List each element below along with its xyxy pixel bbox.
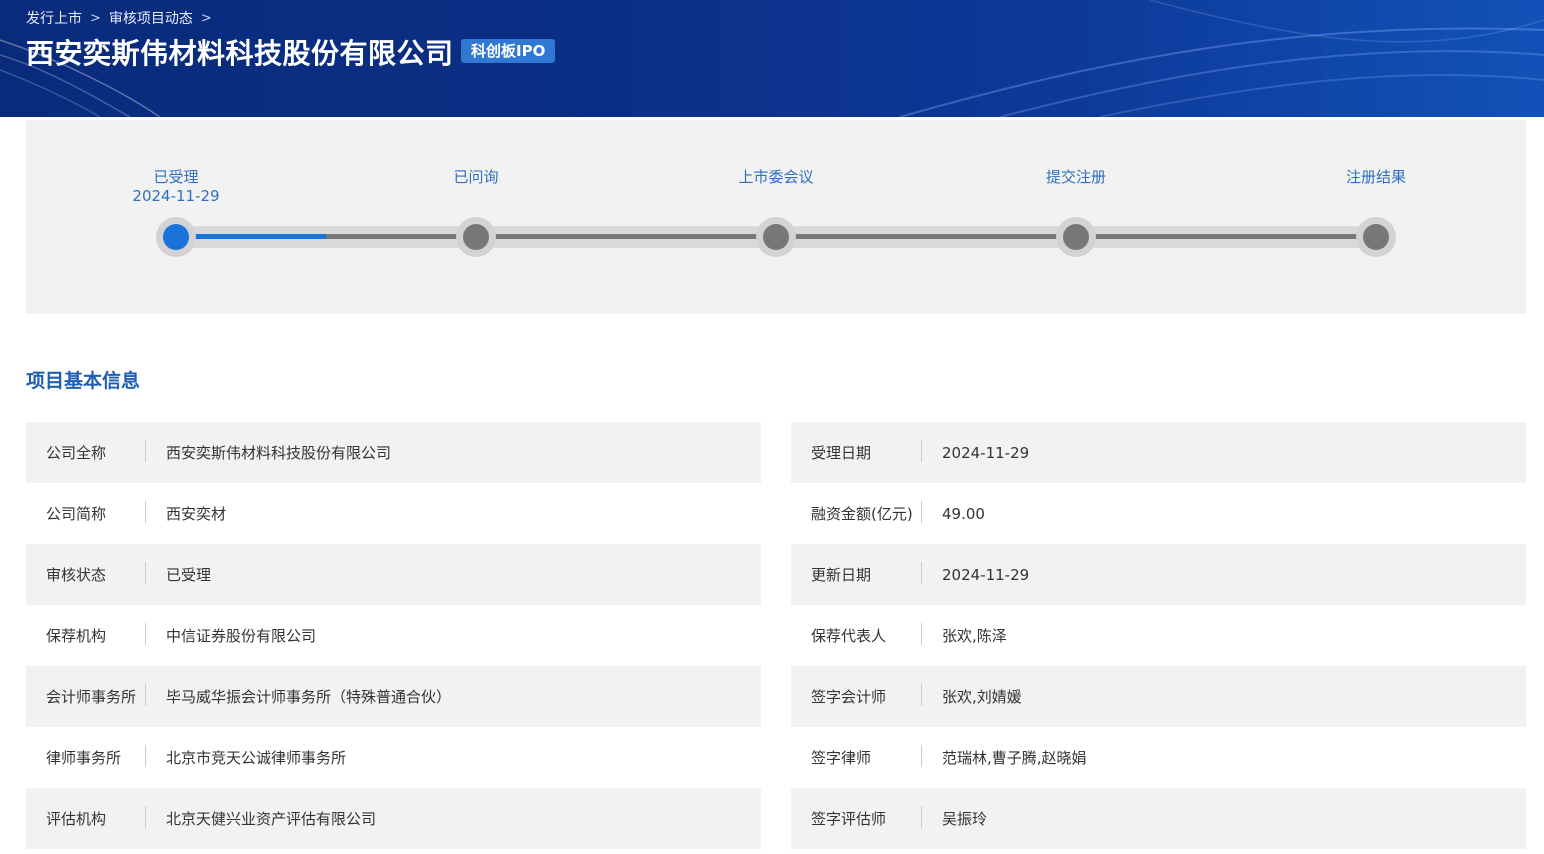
stage-label: 已受理 bbox=[153, 168, 199, 186]
info-label: 公司简称 bbox=[26, 501, 146, 524]
info-label: 受理日期 bbox=[791, 440, 922, 463]
info-label: 更新日期 bbox=[791, 562, 922, 585]
info-label: 保荐机构 bbox=[26, 623, 146, 646]
info-row-appraisal-firm: 评估机构 北京天健兴业资产评估有限公司 bbox=[26, 788, 761, 849]
page-header-banner: 发行上市 > 审核项目动态 > 西安奕斯伟材料科技股份有限公司 科创板IPO bbox=[0, 0, 1544, 117]
stage-node-submit-registration bbox=[1063, 224, 1089, 250]
project-info-table-left: 公司全称 西安奕斯伟材料科技股份有限公司 公司简称 西安奕材 审核状态 已受理 … bbox=[26, 422, 761, 849]
info-label: 律师事务所 bbox=[26, 745, 146, 768]
info-value: 49.00 bbox=[942, 504, 985, 523]
board-tag: 科创板IPO bbox=[461, 39, 556, 63]
info-value: 西安奕材 bbox=[166, 505, 227, 523]
timeline-progress-fill bbox=[176, 234, 326, 239]
project-info-table-right: 受理日期 2024-11-29 融资金额(亿元) 49.00 更新日期 2024… bbox=[791, 422, 1526, 849]
stage-node-ring bbox=[156, 217, 196, 257]
section-title-basic-info: 项目基本信息 bbox=[26, 370, 141, 392]
info-row-company-full-name: 公司全称 西安奕斯伟材料科技股份有限公司 bbox=[26, 422, 761, 483]
breadcrumb-separator: > bbox=[200, 10, 212, 26]
company-title: 西安奕斯伟材料科技股份有限公司 bbox=[26, 37, 454, 70]
info-label: 签字评估师 bbox=[791, 806, 922, 829]
info-label: 融资金额(亿元) bbox=[791, 501, 922, 524]
stage-node-listing-committee bbox=[763, 224, 789, 250]
stage-node-inquired bbox=[463, 224, 489, 250]
info-row-signing-accountants: 签字会计师 张欢,刘婧媛 bbox=[791, 666, 1526, 727]
info-value: 已受理 bbox=[166, 566, 212, 584]
info-value: 吴振玲 bbox=[942, 810, 988, 828]
info-value: 2024-11-29 bbox=[942, 443, 1030, 462]
info-row-accept-date: 受理日期 2024-11-29 bbox=[791, 422, 1526, 483]
info-label: 公司全称 bbox=[26, 440, 146, 463]
info-value: 2024-11-29 bbox=[942, 565, 1030, 584]
info-value: 西安奕斯伟材料科技股份有限公司 bbox=[166, 444, 392, 462]
breadcrumb-separator: > bbox=[90, 10, 101, 26]
stage-node-ring bbox=[1056, 217, 1096, 257]
info-label: 审核状态 bbox=[26, 562, 146, 585]
stage-inquired: 已问询 bbox=[376, 168, 576, 187]
stage-accepted: 已受理 2024-11-29 bbox=[76, 168, 276, 206]
info-row-signing-appraisers: 签字评估师 吴振玲 bbox=[791, 788, 1526, 849]
info-value: 中信证券股份有限公司 bbox=[166, 627, 317, 645]
stage-label: 注册结果 bbox=[1345, 168, 1406, 186]
info-row-sponsor: 保荐机构 中信证券股份有限公司 bbox=[26, 605, 761, 666]
info-label: 会计师事务所 bbox=[26, 684, 146, 707]
info-label: 评估机构 bbox=[26, 806, 146, 829]
info-row-law-firm: 律师事务所 北京市竞天公诚律师事务所 bbox=[26, 727, 761, 788]
stage-node-accepted bbox=[163, 224, 189, 250]
info-row-accounting-firm: 会计师事务所 毕马威华振会计师事务所（特殊普通合伙） bbox=[26, 666, 761, 727]
stage-label: 提交注册 bbox=[1045, 168, 1106, 186]
info-label: 签字律师 bbox=[791, 745, 922, 768]
info-label: 签字会计师 bbox=[791, 684, 922, 707]
stage-listing-committee: 上市委会议 bbox=[676, 168, 876, 187]
stage-node-ring bbox=[1356, 217, 1396, 257]
review-progress-timeline: 已受理 2024-11-29 已问询 上市委会议 提交注册 注册结果 bbox=[26, 120, 1526, 314]
stage-registration-result: 注册结果 bbox=[1276, 168, 1476, 187]
breadcrumb-item-review-updates[interactable]: 审核项目动态 bbox=[109, 8, 193, 28]
info-value: 毕马威华振会计师事务所（特殊普通合伙） bbox=[166, 688, 452, 706]
stage-label: 已问询 bbox=[453, 168, 499, 186]
stage-submit-registration: 提交注册 bbox=[976, 168, 1176, 187]
info-row-sponsor-representatives: 保荐代表人 张欢,陈泽 bbox=[791, 605, 1526, 666]
stage-label: 上市委会议 bbox=[738, 168, 814, 186]
stage-node-registration-result bbox=[1363, 224, 1389, 250]
info-value: 张欢,陈泽 bbox=[942, 627, 1007, 645]
info-value: 范瑞林,曹子腾,赵晓娟 bbox=[942, 749, 1087, 767]
stage-date: 2024-11-29 bbox=[132, 187, 220, 205]
info-row-signing-lawyers: 签字律师 范瑞林,曹子腾,赵晓娟 bbox=[791, 727, 1526, 788]
info-value: 北京天健兴业资产评估有限公司 bbox=[166, 810, 377, 828]
info-row-financing-amount: 融资金额(亿元) 49.00 bbox=[791, 483, 1526, 544]
info-row-company-short-name: 公司简称 西安奕材 bbox=[26, 483, 761, 544]
breadcrumb: 发行上市 > 审核项目动态 > bbox=[26, 8, 212, 28]
info-value: 北京市竞天公诚律师事务所 bbox=[166, 749, 347, 767]
info-value: 张欢,刘婧媛 bbox=[942, 688, 1022, 706]
info-row-update-date: 更新日期 2024-11-29 bbox=[791, 544, 1526, 605]
breadcrumb-item-issuance[interactable]: 发行上市 bbox=[26, 8, 82, 28]
stage-node-ring bbox=[756, 217, 796, 257]
stage-node-ring bbox=[456, 217, 496, 257]
info-label: 保荐代表人 bbox=[791, 623, 922, 646]
info-row-review-status: 审核状态 已受理 bbox=[26, 544, 761, 605]
